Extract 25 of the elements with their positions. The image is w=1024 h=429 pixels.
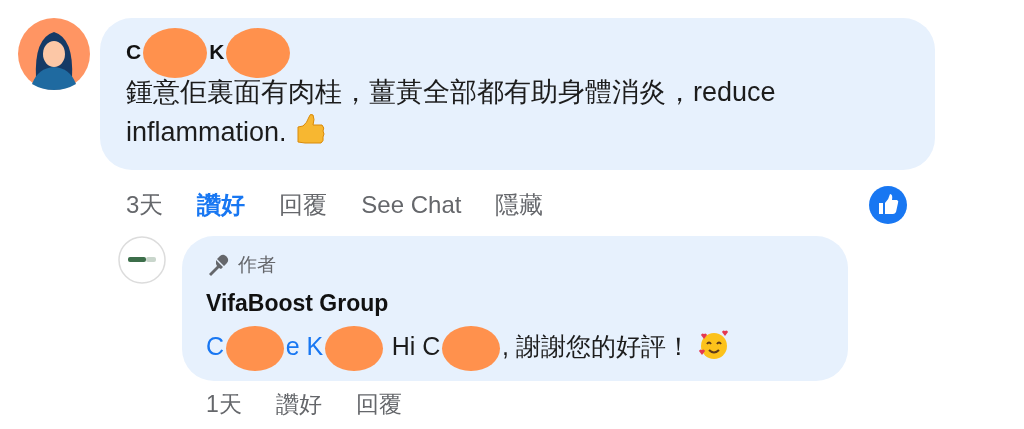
comment-text: 鍾意佢裏面有肉桂，薑黃全部都有助身體消炎，reduce inflammation. — [126, 76, 777, 150]
text-fragment: Hi C — [390, 332, 441, 360]
mention-link[interactable]: e K — [285, 332, 324, 360]
user-avatar[interactable] — [18, 18, 90, 90]
comment-action-link[interactable]: 隱藏 — [495, 189, 544, 221]
timestamp: 1天 — [206, 390, 242, 419]
text-fragment: , 謝謝您的好評！ — [501, 332, 691, 360]
comment-action-link[interactable]: 回覆 — [355, 389, 402, 420]
smiling-face-hearts-icon — [696, 329, 731, 361]
comment-action-link[interactable]: 讚好 — [275, 389, 322, 420]
like-reaction-icon — [869, 186, 907, 224]
reply-author-name[interactable]: VifaBoost Group — [206, 290, 824, 317]
redaction-mark — [325, 325, 383, 371]
thumbs-up-icon — [294, 113, 325, 146]
redaction-mark — [442, 325, 500, 371]
text-fragment: C — [126, 40, 142, 63]
mention-link[interactable]: C — [206, 332, 225, 360]
redaction-mark — [226, 325, 284, 371]
text-fragment: K — [209, 40, 225, 63]
author-badge-label: 作者 — [238, 253, 276, 277]
comment-action-link[interactable]: See Chat — [361, 191, 462, 219]
comment-action-link[interactable]: 讚好 — [197, 189, 246, 221]
comment-action-link[interactable]: 回覆 — [279, 189, 328, 221]
page-avatar[interactable] — [118, 236, 166, 284]
timestamp: 3天 — [126, 190, 164, 220]
